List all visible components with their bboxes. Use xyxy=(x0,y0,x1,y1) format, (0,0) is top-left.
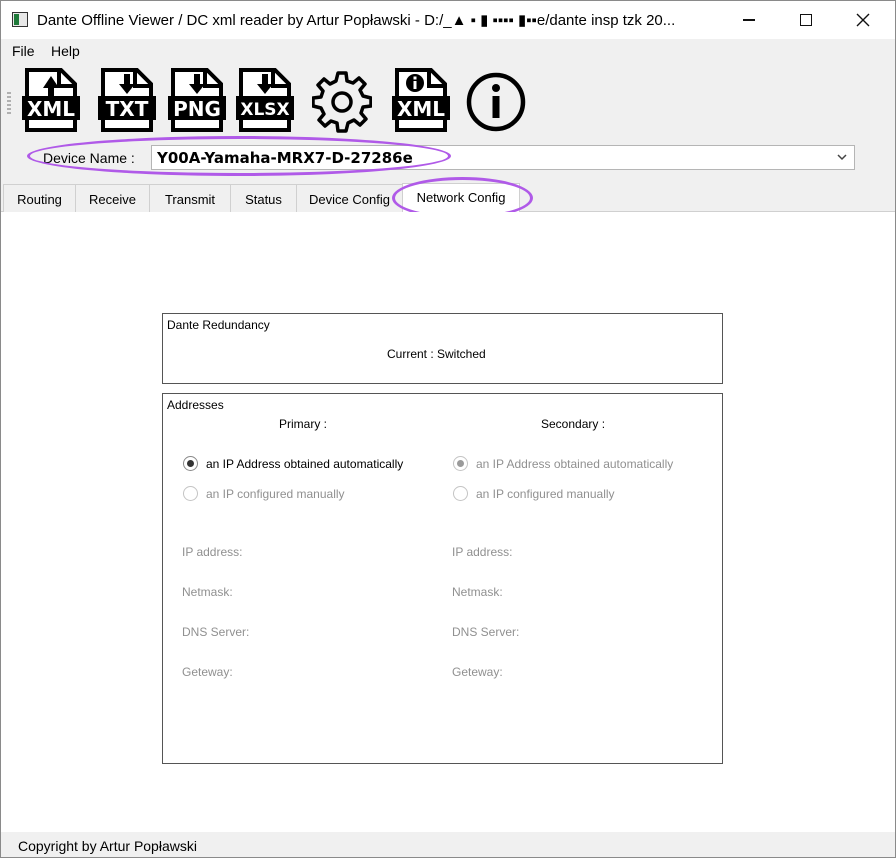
menu-bar: File Help xyxy=(1,39,895,64)
primary-manual-label[interactable]: an IP configured manually xyxy=(206,487,345,501)
about-button[interactable] xyxy=(466,66,526,134)
window-title: Dante Offline Viewer / DC xml reader by … xyxy=(37,12,676,29)
primary-manual-radio[interactable] xyxy=(183,486,198,501)
menu-help[interactable]: Help xyxy=(51,43,80,59)
addresses-group: Addresses Primary : an IP Address obtain… xyxy=(162,393,723,764)
device-name-value: Y00A-Yamaha-MRX7-D-27286e xyxy=(157,149,413,167)
secondary-heading: Secondary : xyxy=(541,417,606,431)
txt-download-icon: TXT xyxy=(98,68,156,132)
dante-redundancy-group: Dante Redundancy Current : Switched xyxy=(162,313,723,384)
maximize-icon xyxy=(800,14,812,26)
png-label: PNG xyxy=(173,97,221,121)
secondary-netmask-label: Netmask: xyxy=(452,585,503,599)
export-xlsx-button[interactable]: XLSX xyxy=(235,66,295,134)
toolbar-grip[interactable] xyxy=(7,92,11,116)
primary-dns-label: DNS Server: xyxy=(182,625,250,639)
minimize-button[interactable] xyxy=(721,1,777,39)
export-png-button[interactable]: PNG xyxy=(167,66,227,134)
close-button[interactable] xyxy=(835,1,891,39)
txt-label: TXT xyxy=(106,97,149,121)
export-txt-button[interactable]: TXT xyxy=(97,66,157,134)
xlsx-label: XLSX xyxy=(240,100,289,120)
device-selector-row: Device Name : Y00A-Yamaha-MRX7-D-27286e xyxy=(1,136,895,184)
app-icon xyxy=(12,12,28,27)
network-config-panel: Dante Redundancy Current : Switched Addr… xyxy=(1,212,895,832)
secondary-manual-label[interactable]: an IP configured manually xyxy=(476,487,615,501)
toolbar: XML TXT PNG XLSX XML xyxy=(1,64,895,138)
primary-heading: Primary : xyxy=(279,417,327,431)
tab-transmit[interactable]: Transmit xyxy=(149,184,231,212)
xml-info-label: XML xyxy=(397,97,445,121)
device-name-label: Device Name : xyxy=(43,150,135,166)
status-bar: Copyright by Artur Popławski xyxy=(1,832,895,857)
chevron-down-icon xyxy=(837,154,847,161)
secondary-ip-label: IP address: xyxy=(452,545,513,559)
primary-netmask-label: Netmask: xyxy=(182,585,233,599)
minimize-icon xyxy=(743,19,755,21)
secondary-auto-label[interactable]: an IP Address obtained automatically xyxy=(476,457,673,471)
xml-info-button[interactable]: XML xyxy=(391,66,451,134)
gear-icon xyxy=(312,71,372,133)
secondary-auto-radio[interactable] xyxy=(453,456,468,471)
primary-gateway-label: Geteway: xyxy=(182,665,233,679)
secondary-manual-radio[interactable] xyxy=(453,486,468,501)
xml-info-icon: XML xyxy=(392,68,450,132)
title-bar: Dante Offline Viewer / DC xml reader by … xyxy=(1,1,895,39)
tab-status[interactable]: Status xyxy=(230,184,297,212)
copyright-text: Copyright by Artur Popławski xyxy=(18,838,197,854)
xml-upload-icon: XML xyxy=(22,68,80,132)
tab-receive[interactable]: Receive xyxy=(75,184,150,212)
primary-auto-radio[interactable] xyxy=(183,456,198,471)
tab-routing[interactable]: Routing xyxy=(3,184,76,212)
info-icon xyxy=(466,72,526,132)
tab-network-config[interactable]: Network Config xyxy=(402,183,520,212)
tab-device-config[interactable]: Device Config xyxy=(296,184,403,212)
menu-file[interactable]: File xyxy=(12,43,35,59)
maximize-button[interactable] xyxy=(778,1,834,39)
redundancy-group-title: Dante Redundancy xyxy=(167,318,270,332)
tab-bar: Routing Receive Transmit Status Device C… xyxy=(1,177,895,219)
secondary-gateway-label: Geteway: xyxy=(452,665,503,679)
xml-label: XML xyxy=(27,97,75,121)
png-download-icon: PNG xyxy=(168,68,226,132)
app-window: Dante Offline Viewer / DC xml reader by … xyxy=(0,0,896,858)
primary-ip-label: IP address: xyxy=(182,545,243,559)
primary-auto-label[interactable]: an IP Address obtained automatically xyxy=(206,457,403,471)
device-name-combobox[interactable]: Y00A-Yamaha-MRX7-D-27286e xyxy=(151,145,855,170)
redundancy-current-value: Current : Switched xyxy=(387,347,486,361)
secondary-dns-label: DNS Server: xyxy=(452,625,520,639)
close-icon xyxy=(856,13,870,27)
addresses-group-title: Addresses xyxy=(167,398,224,412)
open-xml-button[interactable]: XML xyxy=(21,66,81,134)
xlsx-download-icon: XLSX xyxy=(236,68,294,132)
settings-button[interactable] xyxy=(312,66,372,134)
